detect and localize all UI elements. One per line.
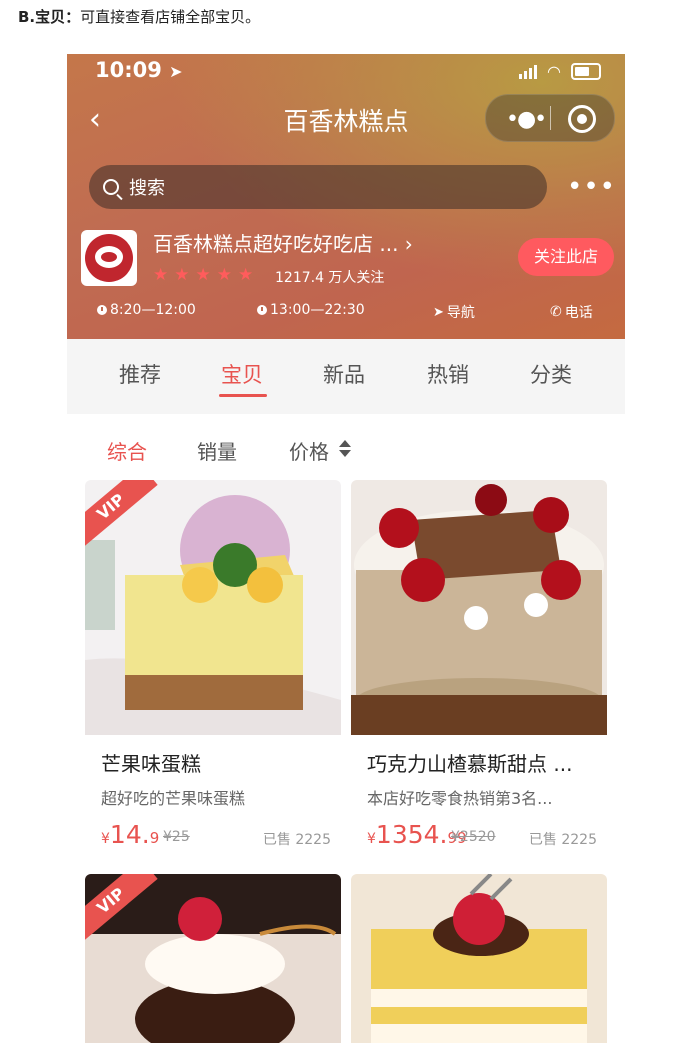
capsule-divider [550, 106, 551, 130]
product-image[interactable] [351, 874, 607, 1043]
search-bar[interactable]: 搜索 [89, 165, 547, 209]
sold-count: 已售 2225 [528, 832, 597, 848]
active-tab-indicator [219, 394, 267, 397]
original-price: ¥25 [163, 829, 190, 845]
hours-morning: 8:20—12:00 [97, 302, 196, 318]
phone-icon: ✆ [550, 304, 562, 320]
close-target-icon[interactable] [568, 105, 596, 133]
shop-logo [81, 230, 137, 286]
product-desc: 本店好吃零食热销第3名... [367, 789, 553, 808]
product-card[interactable] [351, 874, 607, 1043]
tab-products[interactable]: 宝贝 [221, 359, 263, 389]
search-placeholder: 搜索 [129, 178, 165, 199]
original-price: ¥2520 [451, 829, 496, 845]
location-icon: ➤ [169, 62, 183, 81]
status-time: 10:09 ➤ [95, 58, 183, 82]
miniprogram-capsule: •●• [485, 94, 615, 142]
tab-hot[interactable]: 热销 [427, 359, 469, 389]
caption-label: B.宝贝： [18, 8, 81, 26]
sort-arrows-icon[interactable] [339, 440, 351, 457]
follow-shop-button[interactable]: 关注此店 [518, 238, 614, 276]
hours-afternoon: 13:00—22:30 [257, 302, 365, 318]
wifi-icon: ◠ [547, 62, 561, 81]
product-card[interactable]: 巧克力山楂慕斯甜点 ... 本店好吃零食热销第3名... ¥1354.99 ¥2… [351, 480, 607, 850]
tab-category[interactable]: 分类 [530, 359, 572, 389]
clock-icon [257, 305, 267, 315]
product-name[interactable]: 巧克力山楂慕斯甜点 ... [367, 748, 599, 777]
tab-recommend[interactable]: 推荐 [119, 359, 161, 389]
product-name[interactable]: 芒果味蛋糕 [101, 748, 333, 777]
search-icon [103, 179, 119, 195]
page-caption: B.宝贝：可直接查看店铺全部宝贝。 [18, 6, 260, 27]
battery-icon [571, 63, 601, 80]
shop-name-link[interactable]: 百香林糕点超好吃好吃店 ... › [153, 228, 413, 257]
tab-new[interactable]: 新品 [323, 359, 365, 389]
call-button[interactable]: ✆ 电话 [550, 302, 593, 322]
product-image[interactable] [351, 480, 607, 735]
sort-price[interactable]: 价格 [289, 436, 329, 465]
menu-dots-icon[interactable]: •●• [506, 107, 547, 132]
shop-tabs: 推荐 宝贝 新品 热销 分类 [67, 339, 625, 414]
phone-screen: 10:09 ➤ ◠ ‹ 百香林糕点 •●• 搜索 ••• 百香林糕点超好吃好吃店… [67, 54, 625, 1043]
caption-text: 可直接查看店铺全部宝贝。 [80, 8, 261, 26]
signal-icon [519, 64, 538, 79]
navigate-button[interactable]: ➤ 导航 [433, 302, 475, 322]
status-icons: ◠ [519, 62, 601, 81]
product-image[interactable]: VIP [85, 480, 341, 735]
product-card[interactable]: VIP [85, 874, 341, 1043]
product-desc: 超好吃的芒果味蛋糕 [101, 789, 246, 808]
sold-count: 已售 2225 [262, 832, 331, 848]
product-card[interactable]: VIP 芒果味蛋糕 超好吃的芒果味蛋糕 ¥14.9 ¥25 已售 2225 [85, 480, 341, 850]
clock-icon [97, 305, 107, 315]
follower-count: 1217.4 万人关注 [275, 270, 385, 286]
navigate-icon: ➤ [433, 304, 444, 320]
more-icon[interactable]: ••• [567, 172, 616, 202]
product-price: ¥14.9 [101, 820, 160, 849]
sort-overall[interactable]: 综合 [107, 436, 147, 465]
shop-header: 10:09 ➤ ◠ ‹ 百香林糕点 •●• 搜索 ••• 百香林糕点超好吃好吃店… [67, 54, 625, 339]
sort-sales[interactable]: 销量 [197, 436, 237, 465]
product-image[interactable]: VIP [85, 874, 341, 1043]
rating-stars: ★★★★★ [153, 265, 260, 285]
